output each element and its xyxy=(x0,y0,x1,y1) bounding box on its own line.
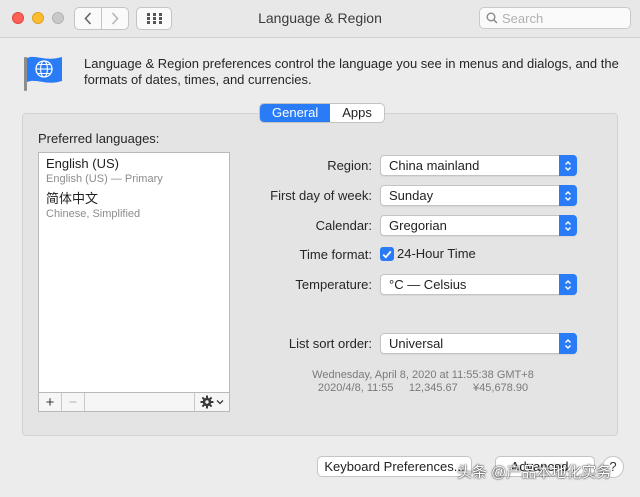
forward-button[interactable] xyxy=(101,8,128,29)
list-item[interactable]: 简体中文 Chinese, Simplified xyxy=(46,191,140,221)
chevron-down-icon xyxy=(216,400,224,405)
preferred-languages-label: Preferred languages: xyxy=(38,131,160,146)
keyboard-preferences-button[interactable]: Keyboard Preferences... xyxy=(317,456,472,477)
toolbar-spacer xyxy=(85,393,195,411)
remove-language-button[interactable]: − xyxy=(62,393,85,411)
add-language-button[interactable]: + xyxy=(39,393,62,411)
sort-order-value: Universal xyxy=(389,336,444,351)
sort-order-popup[interactable]: Universal xyxy=(380,333,577,354)
nav-button-group xyxy=(74,7,129,30)
24-hour-time-checkbox[interactable] xyxy=(380,247,394,261)
show-all-button[interactable] xyxy=(136,7,172,30)
first-day-value: Sunday xyxy=(389,188,434,203)
number-format-sample: 2020/4/8, 11:55 12,345.67 ¥45,678.90 xyxy=(317,382,529,394)
close-window-button[interactable] xyxy=(12,12,24,24)
preferred-languages-list: English (US) English (US) — Primary 简体中文… xyxy=(38,152,230,412)
language-name: English (US) xyxy=(46,156,119,171)
language-subtitle: English (US) — Primary xyxy=(46,173,163,185)
updown-arrows-icon xyxy=(559,185,577,206)
updown-arrows-icon xyxy=(559,333,577,354)
temperature-label: Temperature: xyxy=(295,277,372,292)
tab-general[interactable]: General xyxy=(260,104,331,122)
search-icon xyxy=(486,12,498,24)
calendar-label: Calendar: xyxy=(315,218,372,233)
region-popup[interactable]: China mainland xyxy=(380,155,577,176)
24-hour-time-label[interactable]: 24-Hour Time xyxy=(397,246,476,261)
search-field[interactable] xyxy=(479,7,631,29)
list-item[interactable]: English (US) English (US) — Primary xyxy=(46,156,163,186)
tab-bar: General Apps xyxy=(259,103,385,123)
tab-apps[interactable]: Apps xyxy=(330,104,384,122)
grid-icon xyxy=(146,13,162,24)
updown-arrows-icon xyxy=(559,274,577,295)
date-format-sample: Wednesday, April 8, 2020 at 11:55:38 GMT… xyxy=(312,369,534,381)
watermark: 头条 @产品本地化实务 xyxy=(457,464,612,481)
minimize-window-button[interactable] xyxy=(32,12,44,24)
window-title: Language & Region xyxy=(258,10,382,26)
globe-flag-icon xyxy=(24,56,62,91)
calendar-value: Gregorian xyxy=(389,218,447,233)
title-bar: Language & Region xyxy=(0,0,640,38)
calendar-popup[interactable]: Gregorian xyxy=(380,215,577,236)
temperature-value: °C — Celsius xyxy=(389,277,467,292)
first-day-label: First day of week: xyxy=(270,188,372,203)
back-button[interactable] xyxy=(75,8,101,29)
first-day-popup[interactable]: Sunday xyxy=(380,185,577,206)
region-label: Region: xyxy=(327,158,372,173)
language-list-toolbar: + − xyxy=(38,392,230,412)
updown-arrows-icon xyxy=(559,215,577,236)
chevron-left-icon xyxy=(84,12,92,25)
updown-arrows-icon xyxy=(559,155,577,176)
temperature-popup[interactable]: °C — Celsius xyxy=(380,274,577,295)
zoom-window-button[interactable] xyxy=(52,12,64,24)
gear-icon xyxy=(200,395,214,409)
region-value: China mainland xyxy=(389,158,480,173)
pane-description: Language & Region preferences control th… xyxy=(84,56,619,87)
language-subtitle: Chinese, Simplified xyxy=(46,208,141,220)
action-menu-button[interactable] xyxy=(195,393,229,411)
search-input[interactable] xyxy=(502,10,622,26)
chevron-right-icon xyxy=(111,12,119,25)
language-name: 简体中文 xyxy=(46,191,99,206)
sort-order-label: List sort order: xyxy=(288,336,372,351)
time-format-label: Time format: xyxy=(299,247,372,262)
checkmark-icon xyxy=(382,250,392,259)
